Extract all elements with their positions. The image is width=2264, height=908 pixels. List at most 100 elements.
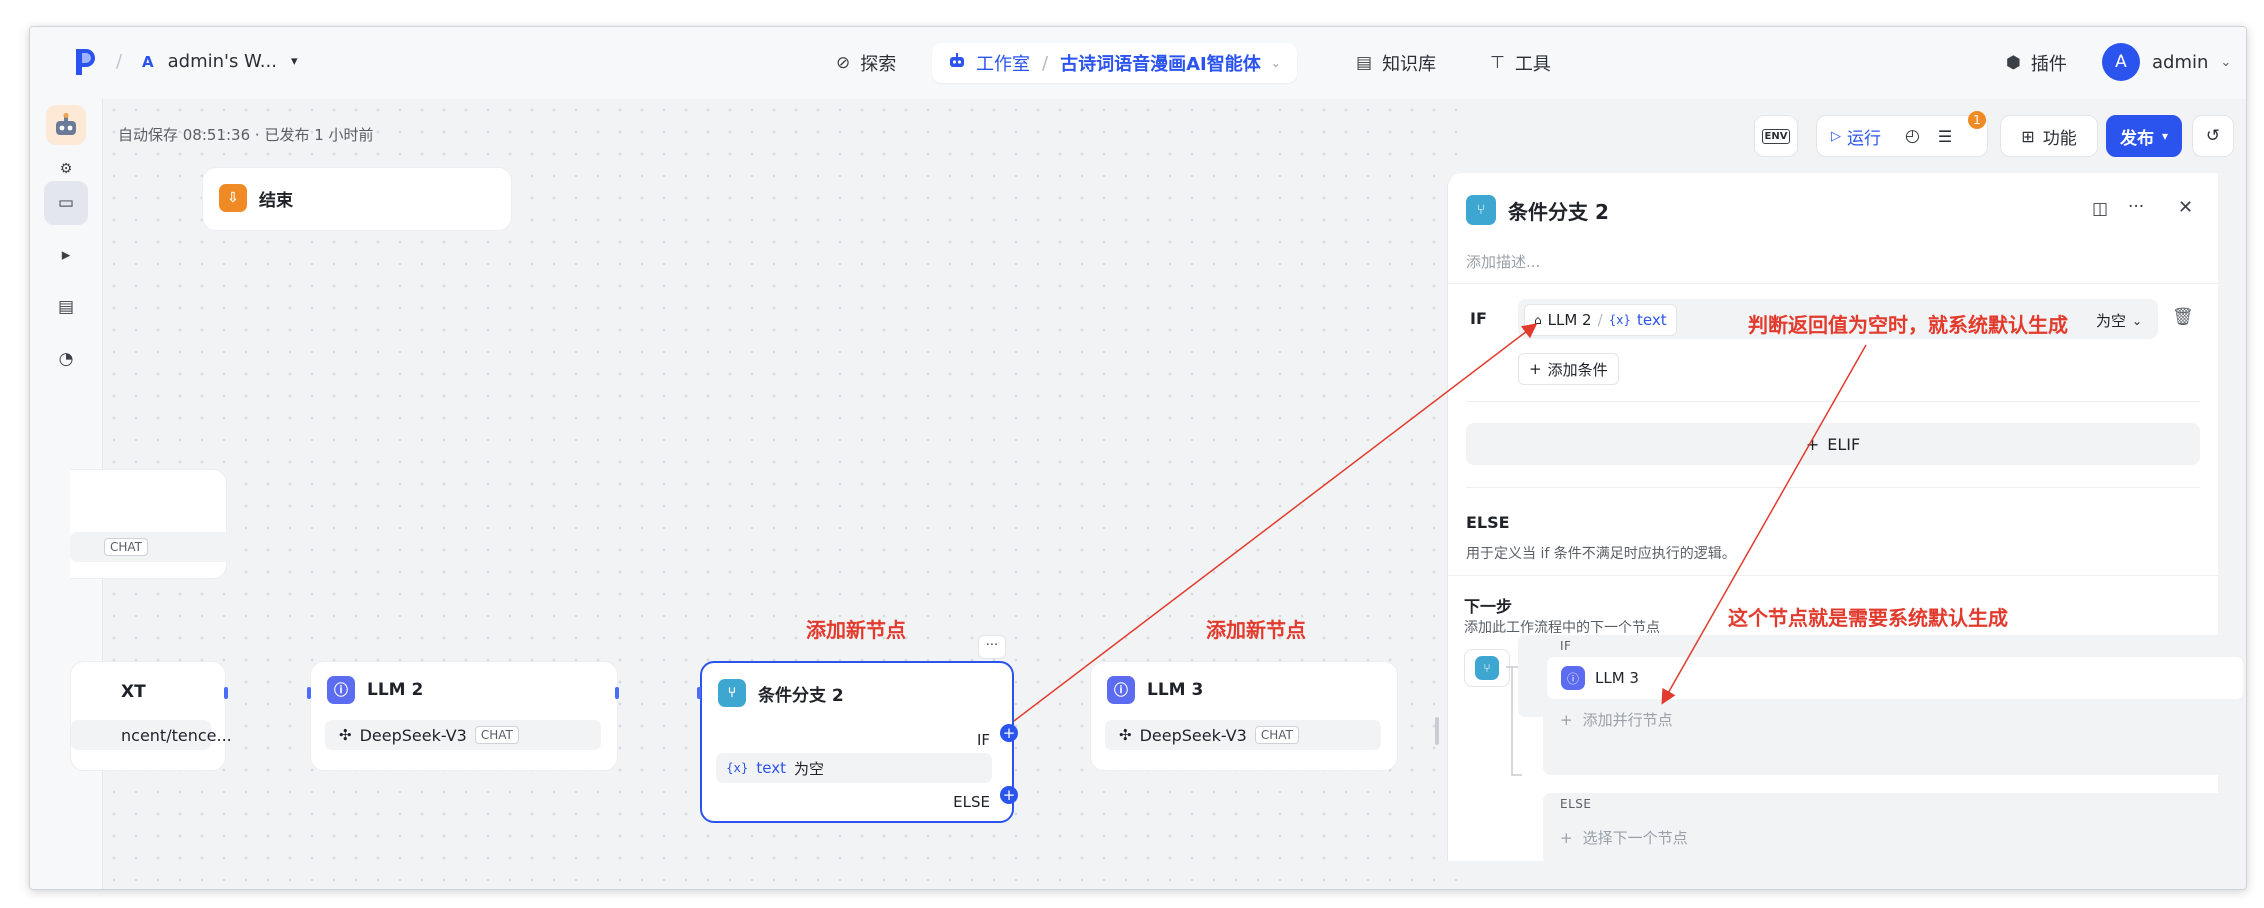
llm3-title: LLM 3: [1147, 680, 1204, 700]
app-window: / A admin's W... ▾ ⊘ 探索 工作室 / 古诗词语音漫画AI智…: [29, 26, 2247, 890]
document-icon[interactable]: ▤: [44, 285, 88, 329]
if-label: IF: [976, 731, 990, 749]
terminal-icon[interactable]: ▸: [44, 233, 88, 277]
annotation-add-node-2: 添加新节点: [1206, 618, 1306, 642]
output-port[interactable]: [224, 687, 228, 699]
more-icon[interactable]: ···: [2128, 197, 2144, 217]
llm3-node[interactable]: ⓘ LLM 3 ✣ DeepSeek-V3 CHAT: [1090, 661, 1398, 771]
output-port[interactable]: [615, 687, 619, 699]
features-button[interactable]: ⊞ 功能: [2000, 115, 2098, 157]
if-branch-section: [1543, 635, 2246, 775]
avatar: A: [2102, 43, 2140, 81]
nav-knowledge-label: 知识库: [1382, 54, 1437, 75]
env-button[interactable]: ENV: [1754, 115, 1798, 157]
workspace-selector[interactable]: A admin's W... ▾: [142, 51, 298, 72]
elif-label: ELIF: [1827, 434, 1861, 454]
if-branch-node-llm3[interactable]: ⓘ LLM 3: [1547, 657, 2243, 699]
history-icon: ↺: [2205, 126, 2221, 146]
features-label: 功能: [2042, 128, 2077, 149]
nav-knowledge[interactable]: ▤ 知识库: [1356, 43, 1436, 83]
add-condition-button[interactable]: + 添加条件: [1518, 353, 1619, 385]
llm2-header: ⓘ LLM 2: [327, 676, 423, 704]
nav-tools-label: 工具: [1514, 54, 1551, 75]
end-node-header: ⇩ 结束: [219, 184, 293, 212]
breadcrumb-separator: /: [116, 51, 123, 72]
panel-header: ⑂ 条件分支 2: [1466, 195, 1609, 225]
condition-var: text: [756, 759, 786, 777]
canvas-resize-handle[interactable]: [1435, 717, 1439, 745]
llm2-model: DeepSeek-V3: [359, 725, 467, 745]
notification-badge: 1: [1968, 111, 1986, 129]
llm2-model-row[interactable]: ✣ DeepSeek-V3 CHAT: [325, 720, 601, 750]
top-bar: / A admin's W... ▾ ⊘ 探索 工作室 / 古诗词语音漫画AI智…: [30, 27, 2246, 99]
llm-icon: ⓘ: [1561, 666, 1585, 690]
add-elif-button[interactable]: + ELIF: [1466, 423, 2200, 465]
robot-icon: [948, 53, 966, 73]
publish-label: 发布: [2119, 128, 2154, 149]
nav-plugins[interactable]: ⬢ 插件: [2006, 43, 2067, 83]
condition-node-header: ⑂ 条件分支 2: [718, 679, 844, 707]
app-logo[interactable]: [74, 47, 98, 77]
checklist-icon[interactable]: ☰: [1938, 127, 1952, 146]
end-node[interactable]: ⇩ 结束: [202, 167, 512, 231]
branch-icon: ⑂: [1475, 656, 1499, 680]
nav-studio[interactable]: 工作室 / 古诗词语音漫画AI智能体 ⌄: [932, 43, 1297, 83]
panel-title[interactable]: 条件分支 2: [1508, 196, 1609, 225]
gauge-icon[interactable]: ◔: [44, 337, 88, 381]
publish-button[interactable]: 发布 ▾: [2106, 115, 2182, 157]
workflow-icon[interactable]: ▭: [44, 181, 88, 225]
autosave-status: 自动保存 08:51:36 · 已发布 1 小时前: [118, 126, 374, 144]
chat-tag: CHAT: [474, 726, 519, 744]
add-parallel-label: 添加并行节点: [1582, 711, 1673, 729]
history-button[interactable]: ↺: [2192, 115, 2234, 157]
add-parallel-node-button[interactable]: + 添加并行节点: [1560, 709, 1673, 730]
else-add-port[interactable]: +: [1000, 786, 1018, 804]
condition-summary: {x} text 为空: [716, 753, 992, 783]
condition-var-chip[interactable]: ⌂ LLM 2 / {x} text: [1524, 304, 1677, 336]
else-label: ELSE: [953, 793, 990, 811]
run-label: 运行: [1847, 128, 1881, 149]
condition-op: 为空: [793, 759, 824, 778]
add-condition-label: 添加条件: [1547, 360, 1608, 379]
condition-operator-select[interactable]: 为空 ⌄: [2096, 310, 2142, 331]
user-menu[interactable]: A admin ⌄: [2102, 43, 2231, 81]
node-more-button[interactable]: ···: [978, 635, 1006, 659]
next-step-description: 添加此工作流程中的下一个节点: [1464, 620, 1660, 636]
partial-node-title: XT: [121, 682, 146, 702]
split-view-icon[interactable]: ◫: [2092, 199, 2108, 219]
chevron-down-icon: ▾: [2161, 129, 2169, 143]
divider: [1448, 575, 2218, 576]
model-icon: ✣: [339, 726, 352, 744]
chevron-down-icon[interactable]: ⌄: [1271, 56, 1281, 70]
llm3-model-row[interactable]: ✣ DeepSeek-V3 CHAT: [1105, 720, 1381, 750]
nav-explore-label: 探索: [860, 54, 897, 75]
nav-tools[interactable]: ⊤ 工具: [1490, 43, 1551, 83]
hammer-icon: ⊤: [1490, 53, 1505, 73]
divider: [1466, 401, 2200, 402]
agent-avatar-icon[interactable]: [46, 105, 86, 145]
partial-node-top[interactable]: CHAT: [70, 469, 230, 579]
close-icon[interactable]: ✕: [2178, 197, 2193, 218]
project-name[interactable]: 古诗词语音漫画AI智能体: [1060, 50, 1261, 76]
test-run-icon[interactable]: ◴: [1905, 126, 1920, 146]
select-next-node-button[interactable]: + 选择下一个节点: [1560, 827, 1688, 848]
llm2-node[interactable]: ⓘ LLM 2 ✣ DeepSeek-V3 CHAT: [310, 661, 618, 771]
input-port[interactable]: [697, 687, 701, 699]
else-description: 用于定义当 if 条件不满足时应执行的逻辑。: [1466, 546, 1736, 562]
if-section-label: IF: [1470, 309, 1487, 328]
trash-icon[interactable]: 🗑: [2172, 307, 2194, 327]
if-add-port[interactable]: +: [1000, 724, 1018, 742]
run-button[interactable]: ▷ 运行: [1817, 124, 1881, 149]
chat-tag: CHAT: [104, 538, 149, 556]
partial-node-model-row: CHAT: [70, 532, 230, 562]
play-icon: ▷: [1831, 128, 1841, 144]
next-source-node: ⑂: [1464, 649, 1510, 687]
nav-explore[interactable]: ⊘ 探索: [836, 43, 896, 83]
workspace-name: admin's W...: [167, 51, 277, 72]
condition-node-title: 条件分支 2: [758, 685, 844, 706]
partial-node-left[interactable]: XT ncent/tence...: [70, 661, 232, 771]
description-input[interactable]: 添加描述...: [1466, 251, 1540, 272]
input-port[interactable]: [307, 687, 311, 699]
condition-node[interactable]: ⑂ 条件分支 2 IF {x} text 为空 ELSE: [700, 661, 1014, 823]
branch-icon: ⑂: [718, 679, 746, 707]
